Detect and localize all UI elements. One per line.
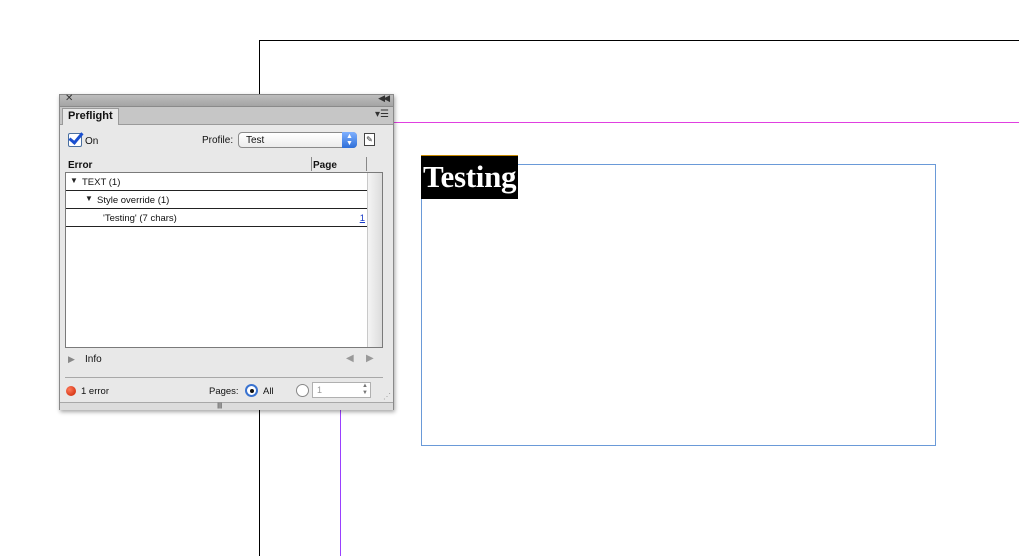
error-status-icon	[66, 386, 76, 396]
page-link[interactable]: 1	[360, 213, 365, 224]
error-count: 1 error	[81, 386, 109, 397]
on-checkbox[interactable]	[68, 133, 82, 147]
list-item-label: TEXT (1)	[82, 177, 121, 188]
page-range-field[interactable]: 1 ▲ ▼	[312, 382, 371, 398]
pages-label: Pages:	[209, 386, 239, 397]
frame-text[interactable]: Testing	[423, 159, 517, 195]
select-arrows-icon: ▲ ▼	[342, 132, 357, 148]
define-profiles-icon[interactable]: ✎	[364, 133, 375, 146]
preflight-panel: ✕ ◀◀ Preflight ▾☰ On Profile: Test ▲ ▼ ✎ …	[59, 93, 394, 410]
column-divider	[311, 157, 312, 171]
resize-grip-icon[interactable]: ⋰	[383, 392, 391, 401]
disclosure-triangle-icon[interactable]: ▼	[85, 194, 93, 203]
profile-label: Profile:	[202, 135, 234, 146]
profile-value: Test	[246, 135, 265, 146]
collapse-panel-icon[interactable]: ◀◀	[378, 93, 390, 104]
page-edge-top	[259, 40, 1019, 41]
list-item-label: Style override (1)	[97, 195, 170, 206]
stepper-icon[interactable]: ▲ ▼	[362, 383, 368, 397]
panel-titlebar[interactable]: ✕ ◀◀	[60, 93, 393, 107]
tab-preflight[interactable]: Preflight	[62, 108, 119, 125]
margin-guide-vertical	[340, 408, 341, 556]
text-frame[interactable]	[421, 164, 936, 446]
column-divider	[366, 157, 367, 171]
list-item-label: 'Testing' (7 chars)	[103, 213, 177, 224]
list-item[interactable]: 'Testing' (7 chars) 1	[66, 209, 368, 227]
selected-text-highlight[interactable]: Testing	[421, 155, 518, 199]
list-scrollbar[interactable]	[367, 173, 382, 347]
profile-select[interactable]: Test ▲ ▼	[238, 132, 357, 148]
pages-all-radio[interactable]	[245, 384, 258, 397]
pages-all-label: All	[263, 386, 274, 397]
column-header-error[interactable]: Error	[68, 160, 92, 171]
previous-error-icon[interactable]: ◀	[346, 353, 354, 364]
tab-strip: Preflight ▾☰	[60, 107, 393, 125]
column-header-page[interactable]: Page	[313, 160, 337, 171]
margin-guide-horizontal	[393, 122, 1019, 123]
next-error-icon[interactable]: ▶	[366, 353, 374, 364]
close-icon[interactable]: ✕	[65, 93, 73, 104]
panel-menu-icon[interactable]: ▾☰	[375, 109, 389, 120]
drag-grip-icon[interactable]: ||||||||	[217, 403, 223, 409]
info-label[interactable]: Info	[85, 354, 102, 365]
pages-range-radio[interactable]	[296, 384, 309, 397]
on-label: On	[85, 136, 99, 147]
list-item[interactable]: ▼ Style override (1)	[66, 191, 368, 209]
page-range-value: 1	[317, 385, 323, 395]
panel-bottom-bar[interactable]: ||||||||	[60, 402, 393, 410]
error-list[interactable]: ▼ TEXT (1) ▼ Style override (1) 'Testing…	[65, 172, 383, 348]
list-item[interactable]: ▼ TEXT (1)	[66, 173, 368, 191]
footer-divider	[65, 377, 383, 378]
info-disclosure-icon[interactable]: ▶	[68, 354, 75, 365]
disclosure-triangle-icon[interactable]: ▼	[70, 176, 78, 185]
